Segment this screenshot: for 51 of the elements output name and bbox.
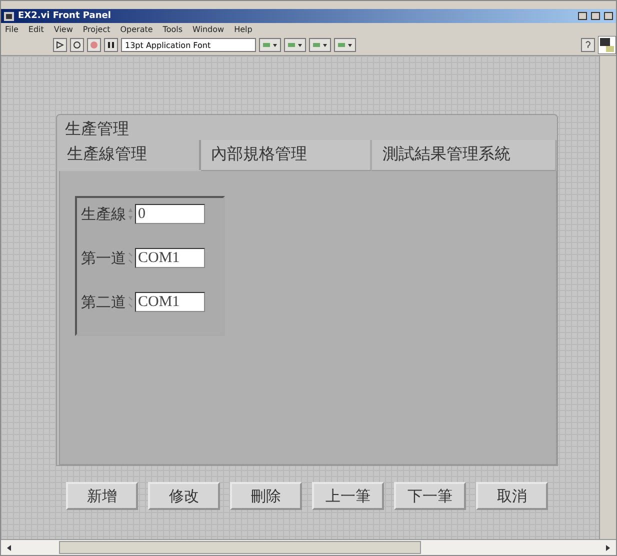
align-dropdown[interactable]	[259, 38, 281, 52]
close-button[interactable]	[604, 12, 613, 20]
menu-item[interactable]: Operate	[120, 24, 153, 34]
menu-item[interactable]: Edit	[28, 24, 44, 34]
scroll-left-icon[interactable]	[5, 544, 13, 552]
layout-caret-icon	[262, 41, 278, 49]
layout-caret-icon	[312, 41, 328, 49]
reorder-dropdown[interactable]	[334, 38, 356, 52]
help-button[interactable]	[581, 38, 595, 52]
text-field[interactable]: COM1	[135, 292, 205, 312]
tab[interactable]: 內部規格管理	[201, 140, 372, 171]
minimize-button[interactable]	[578, 12, 587, 20]
field-label: 第一道	[81, 248, 126, 268]
distribute-dropdown[interactable]	[284, 38, 306, 52]
app-icon	[4, 12, 14, 20]
numeric-field[interactable]: 0	[135, 204, 205, 224]
menu-item[interactable]: Window	[192, 24, 224, 34]
action-button[interactable]: 修改	[148, 482, 220, 510]
resize-handle-icon	[128, 295, 133, 309]
field-label: 生產線	[81, 204, 126, 224]
scroll-right-icon[interactable]	[604, 544, 612, 552]
layout-caret-icon	[287, 41, 303, 49]
scrollbar-thumb[interactable]	[59, 541, 421, 554]
action-button[interactable]: 上一筆	[312, 482, 384, 510]
question-mark-icon	[584, 40, 592, 50]
menu-item[interactable]: Tools	[162, 24, 183, 34]
text-field[interactable]: COM1	[135, 248, 205, 268]
menu-item[interactable]: Project	[82, 24, 110, 34]
menu-item[interactable]: Help	[234, 24, 252, 34]
font-dropdown[interactable]: 13pt Application Font	[121, 38, 256, 52]
window-title: EX2.vi Front Panel	[18, 11, 111, 21]
field-label: 第二道	[81, 292, 126, 312]
run-continuously-button[interactable]	[70, 38, 84, 52]
resize-handle-icon	[128, 251, 133, 265]
menu-item[interactable]: File	[5, 24, 18, 34]
maximize-button[interactable]	[591, 12, 600, 20]
tab[interactable]: 測試結果管理系統	[372, 140, 557, 171]
tab-control-label: 生產管理	[64, 118, 130, 140]
action-button[interactable]: 下一筆	[394, 482, 466, 510]
action-button[interactable]: 刪除	[230, 482, 302, 510]
stop-icon	[90, 41, 98, 49]
pause-button[interactable]	[104, 38, 118, 52]
layout-caret-icon	[337, 41, 353, 49]
menu-item[interactable]: View	[54, 24, 73, 34]
action-button[interactable]: 新增	[66, 482, 138, 510]
connector-pane-icon	[598, 36, 616, 54]
run-button[interactable]	[53, 38, 67, 52]
pause-icon	[107, 41, 115, 49]
play-arrow-icon	[56, 41, 64, 49]
action-button[interactable]: 取消	[476, 482, 548, 510]
resize-dropdown[interactable]	[309, 38, 331, 52]
